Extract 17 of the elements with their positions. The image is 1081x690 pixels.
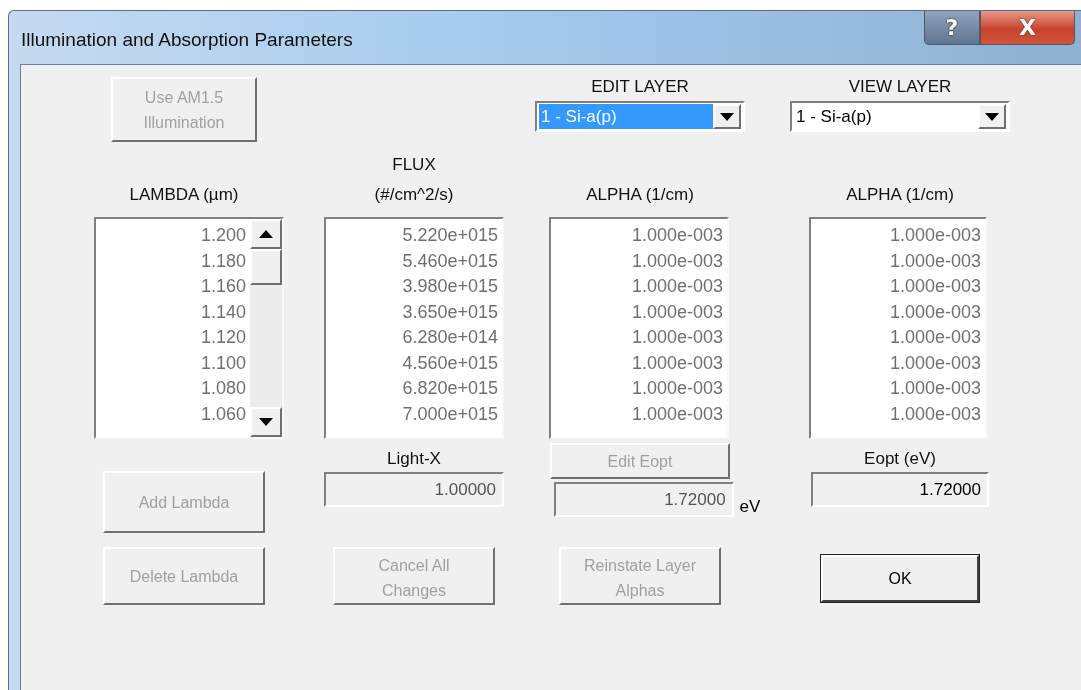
column-header: LAMBDA (µm) — [129, 185, 239, 205]
close-button[interactable]: X — [980, 11, 1075, 45]
unit-label: eV — [739, 497, 761, 517]
value-field[interactable]: 1.72000 — [811, 472, 989, 507]
window-title: Illumination and Absorption Parameters — [21, 29, 353, 51]
field-label: Eopt (eV) — [864, 449, 936, 469]
column-header: ALPHA (1/cm) — [586, 185, 694, 205]
help-button[interactable]: ? — [924, 11, 980, 45]
field-label: Light-X — [387, 449, 441, 469]
button[interactable]: OK — [821, 555, 979, 602]
layer-dropdown[interactable]: 1 - Si-a(p) — [790, 101, 1010, 132]
column-header: FLUX — [392, 155, 436, 175]
field-label: VIEW LAYER — [848, 77, 952, 97]
column-header: ALPHA (1/cm) — [846, 185, 954, 205]
field-label: EDIT LAYER — [591, 77, 689, 97]
layer-dropdown[interactable]: 1 - Si-a(p) — [535, 101, 745, 132]
column-header: (#/cm^2/s) — [374, 185, 454, 205]
